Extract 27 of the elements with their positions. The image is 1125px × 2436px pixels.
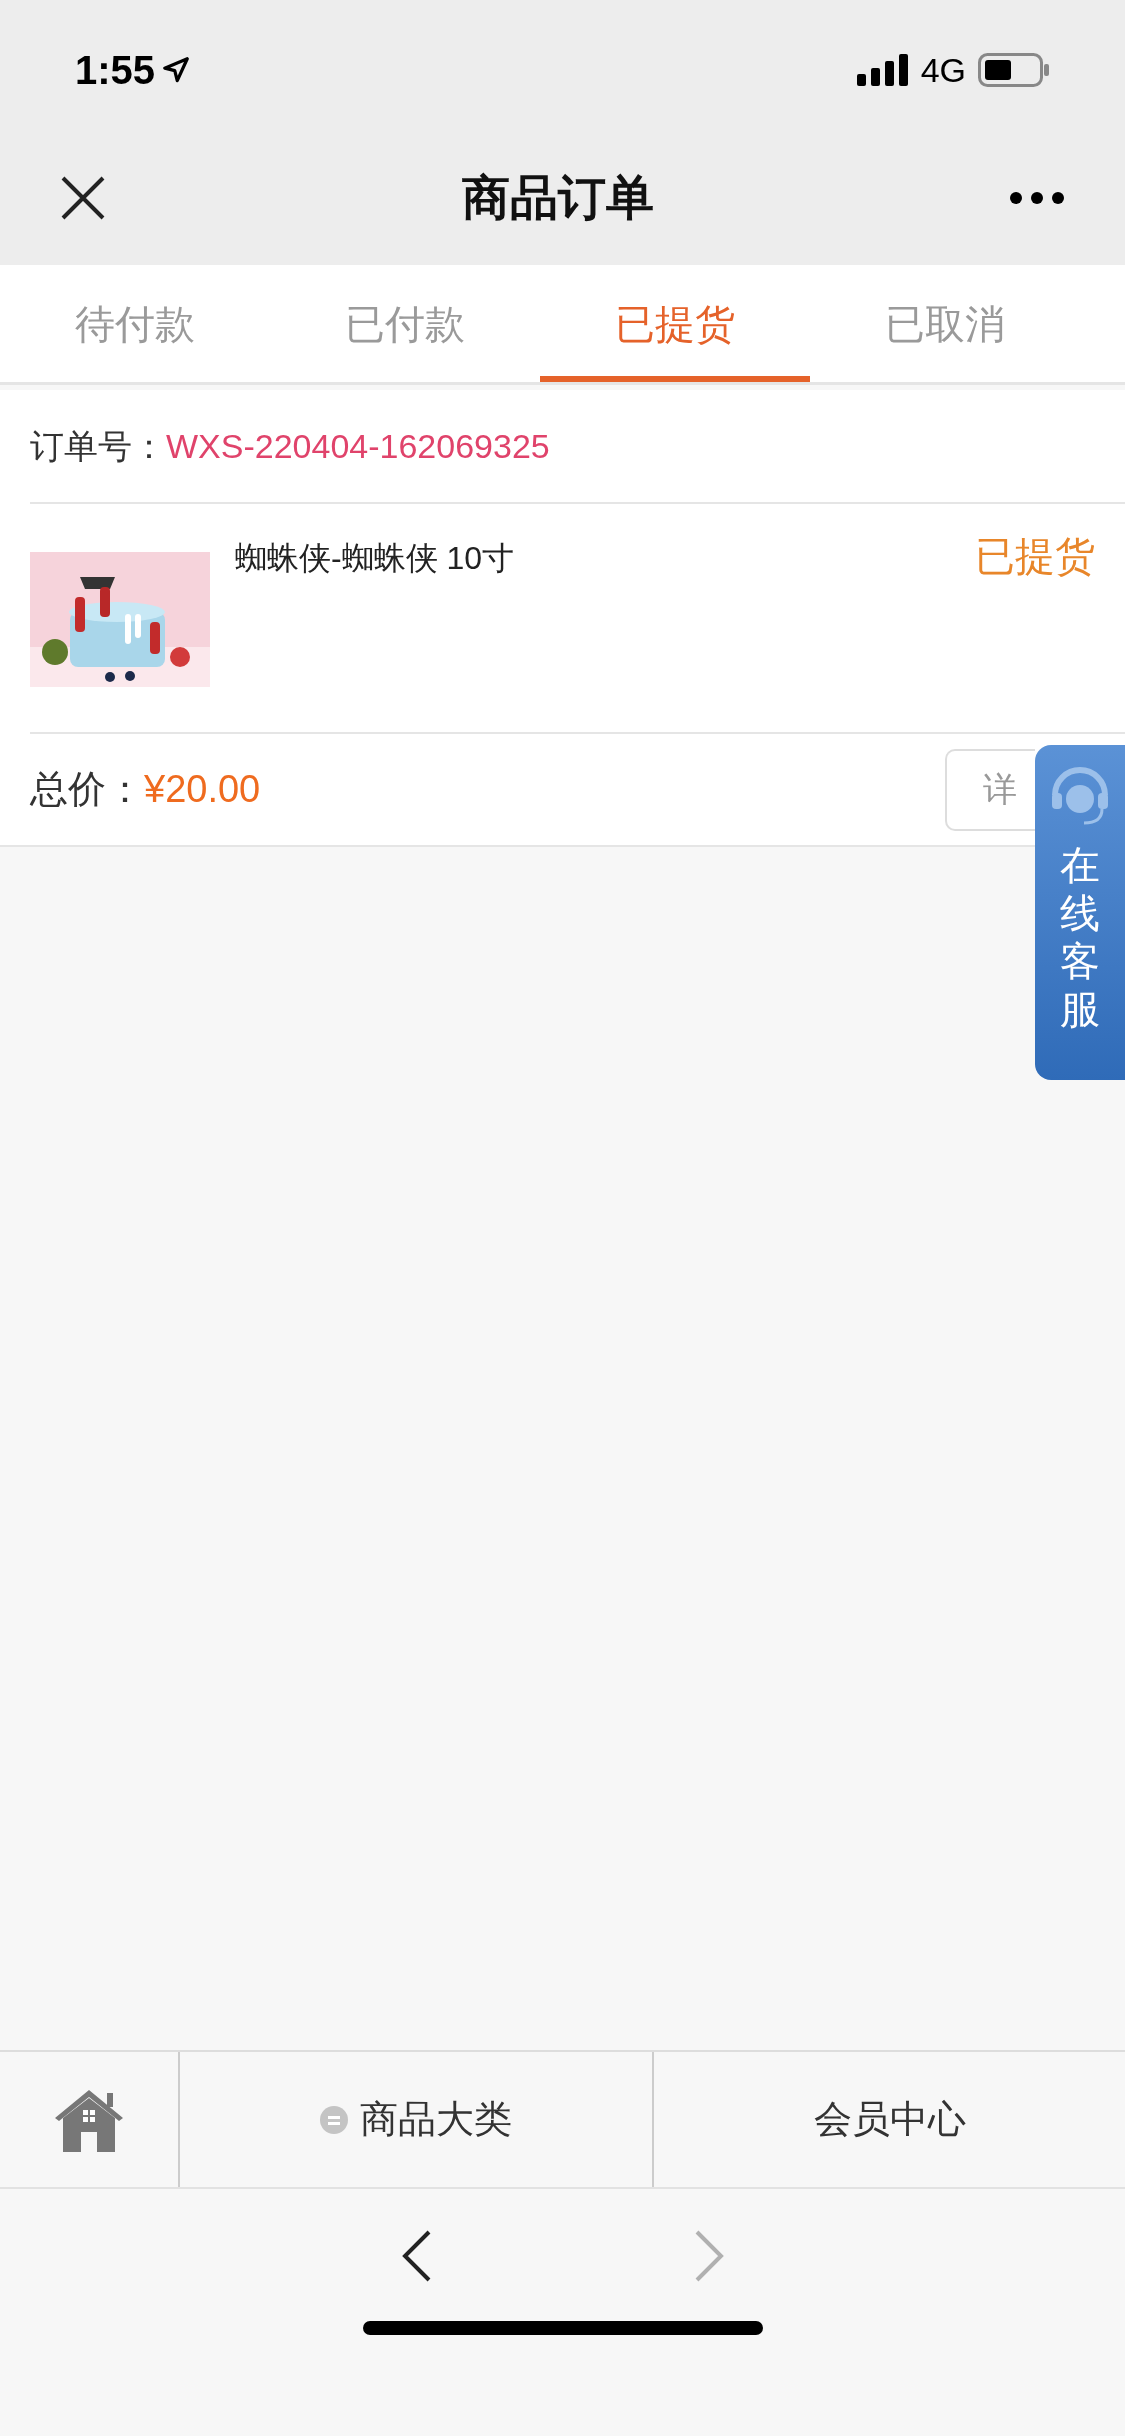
product-name: 蜘蛛侠-蜘蛛侠 10寸 (235, 539, 516, 578)
tab[interactable]: 已付款 (270, 265, 540, 382)
member-center-tab[interactable]: 会员中心 (654, 2052, 1125, 2187)
back-icon[interactable] (400, 2229, 433, 2283)
order-number: WXS-220404-162069325 (166, 425, 550, 467)
tab[interactable]: 已取消 (810, 265, 1080, 382)
total-label: 总价： (30, 767, 144, 812)
status-time: 1:55 (75, 47, 156, 94)
headset-icon (1049, 765, 1111, 827)
service-label: 在线客服 (1060, 842, 1100, 1033)
battery-icon (978, 53, 1050, 87)
page-title: 商品订单 (461, 169, 654, 226)
close-icon[interactable] (60, 174, 106, 221)
categories-tab[interactable]: 商品大类 (180, 2052, 654, 2187)
home-icon[interactable] (53, 2087, 125, 2152)
online-service-tab[interactable]: 在线客服 (1035, 745, 1125, 1080)
signal-icon (856, 54, 909, 86)
order-number-label: 订单号： (30, 425, 166, 467)
order-status: 已提货 (975, 533, 1095, 580)
more-icon[interactable] (1009, 190, 1065, 205)
location-arrow-icon (161, 55, 192, 85)
network-label: 4G (920, 49, 966, 91)
detail-button[interactable]: 详 (945, 748, 1035, 831)
tab[interactable]: 待付款 (0, 265, 270, 382)
total-price: ¥20.00 (144, 767, 261, 812)
tab[interactable]: 已提货 (540, 265, 810, 382)
menu-dot-icon (320, 2105, 348, 2134)
